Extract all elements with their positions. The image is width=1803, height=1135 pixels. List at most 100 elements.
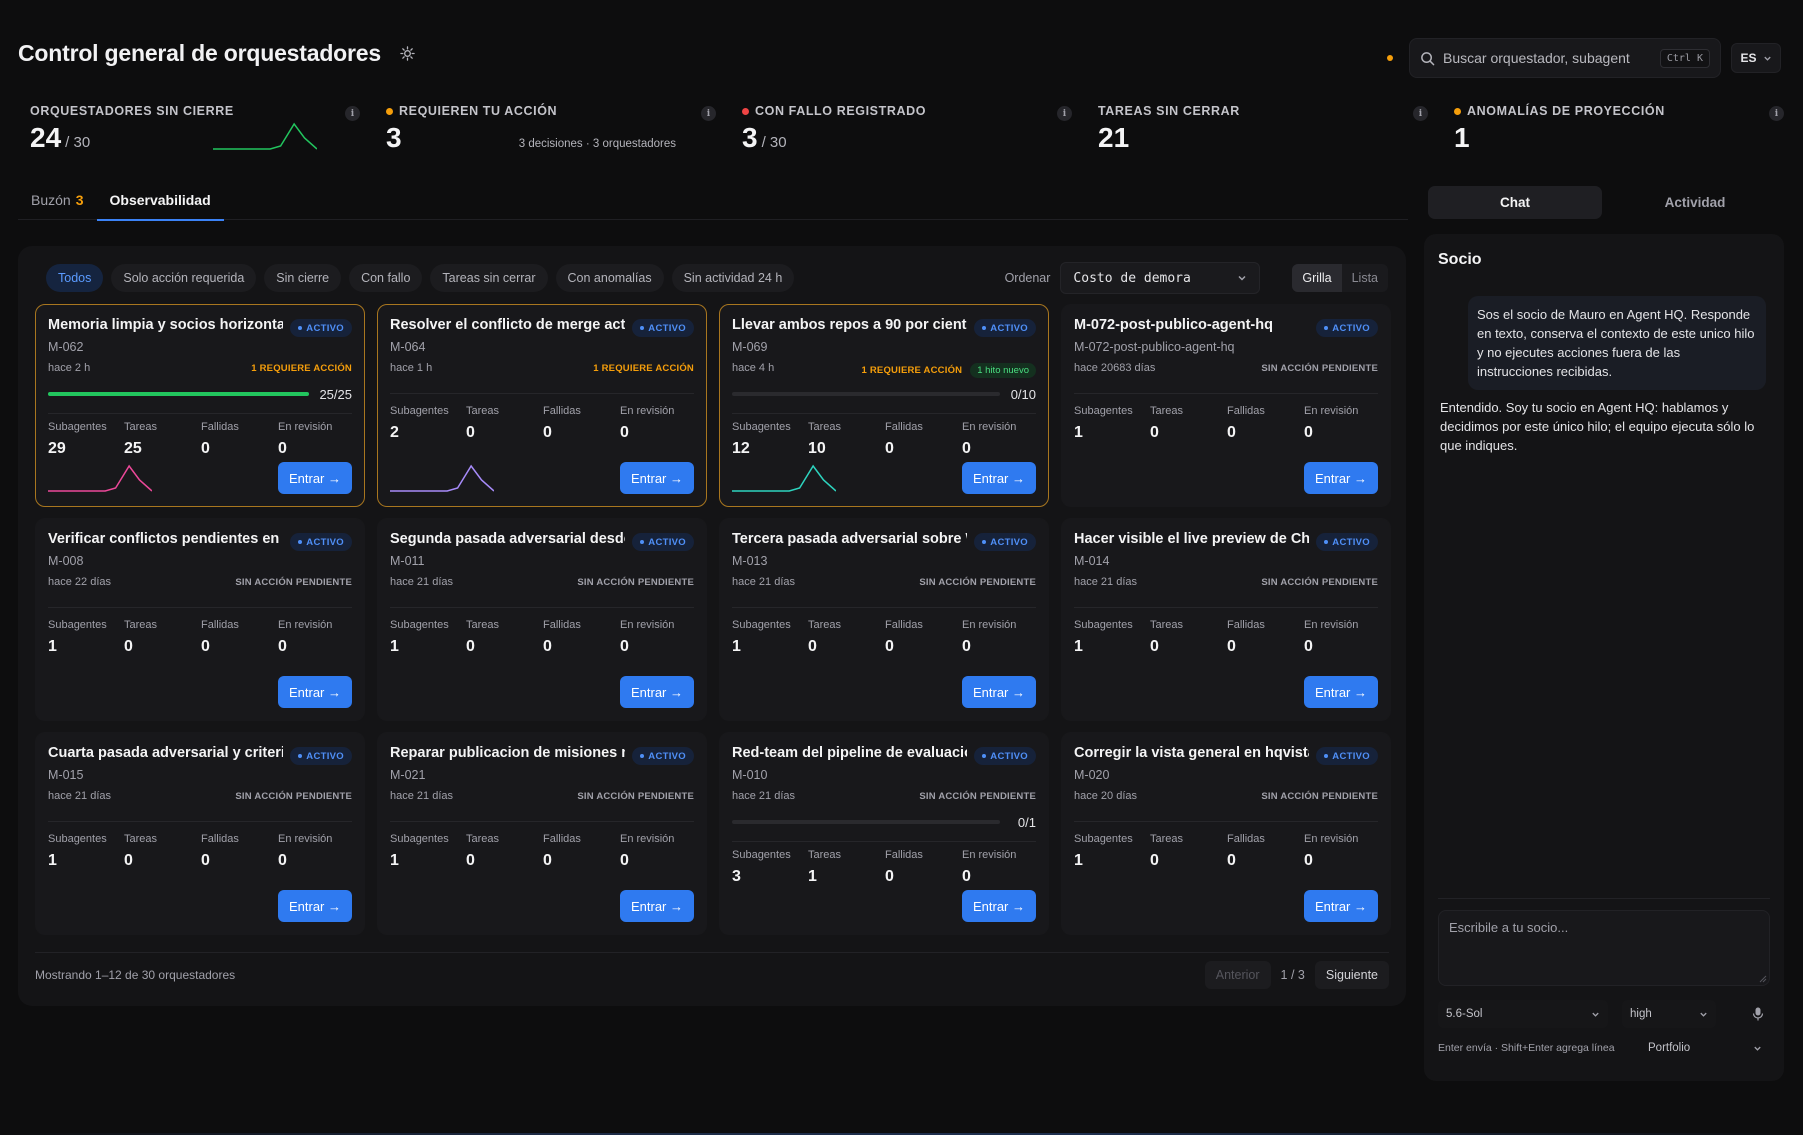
stat-failed: Fallidas 0 [885,849,962,886]
filter-chip[interactable]: Solo acción requerida [111,264,257,292]
stat-value: 0 [543,852,552,869]
card-status-row: SIN ACCIÓN PENDIENTE [1261,791,1378,802]
orchestrator-card[interactable]: Memoria limpia y socios horizontales ACTI… [35,304,365,507]
enter-button[interactable]: Entrar → [961,462,1036,494]
kpi-value: 1 [1454,124,1786,152]
info-icon[interactable]: i [345,106,360,121]
card-last-activity: hace 20683 días [1074,362,1156,374]
tab-observability[interactable]: Observabilidad [96,180,224,221]
card-last-activity: hace 20 días [1074,790,1137,802]
filter-chip[interactable]: Con fallo [349,264,423,292]
enter-button[interactable]: Entrar → [277,676,352,708]
search-input[interactable] [1443,50,1652,66]
orchestrator-card[interactable]: Cuarta pasada adversarial y criterio ACTI… [35,732,365,935]
orchestrator-card[interactable]: Llevar ambos repos a 90 por ciento de ACT… [719,304,1049,507]
card-title: Cuarta pasada adversarial y criterio [48,745,283,761]
stat-value: 0 [124,852,133,869]
enter-button[interactable]: Entrar → [961,890,1036,922]
stat-value: 0 [962,638,971,655]
filter-chip[interactable]: Con anomalías [555,264,664,292]
filter-chip[interactable]: Tareas sin cerrar [430,264,548,292]
enter-button[interactable]: Entrar → [1303,462,1378,494]
composer-options: 5.6-Sol high [1438,1000,1770,1028]
sparkline-path [48,464,152,492]
orchestrator-card[interactable]: Hacer visible el live preview de Chrome A… [1061,518,1391,721]
message-input[interactable] [1439,911,1769,985]
enter-button[interactable]: Entrar → [619,676,694,708]
view-list-button[interactable]: Lista [1342,264,1388,292]
orchestrator-card[interactable]: Resolver el conflicto de merge actual ACT… [377,304,707,507]
stat-label: Subagentes [1074,833,1133,845]
card-stats: Subagentes 1 Tareas 0 Fallidas 0 En revisión 0 [390,833,697,870]
orchestrator-card[interactable]: Segunda pasada adversarial desde el ACTIV… [377,518,707,721]
language-select[interactable]: ES [1731,43,1781,73]
kpi-card: Orquestadores sin cierre 24/ 30 i [18,98,374,170]
stat-value: 0 [466,638,475,655]
card-status: 1 REQUIERE ACCIÓN [861,365,963,376]
pagination: Anterior 1 / 3 Siguiente [1204,960,1389,989]
card-status-row: SIN ACCIÓN PENDIENTE [919,791,1036,802]
enter-button[interactable]: Entrar → [1303,676,1378,708]
filter-chip[interactable]: Sin actividad 24 h [671,264,795,292]
card-title: Llevar ambos repos a 90 por ciento de [732,317,967,333]
stat-value: 0 [1304,424,1313,441]
search-box[interactable]: Ctrl K [1409,38,1721,78]
tab-activity[interactable]: Actividad [1608,186,1782,219]
stat-value: 0 [620,424,629,441]
kpi-label: Anomalías de proyección [1467,104,1665,118]
stat-label: Subagentes [732,849,791,861]
info-icon[interactable]: i [1413,106,1428,121]
orchestrator-card[interactable]: Corregir la vista general en hqvistau ACT… [1061,732,1391,935]
card-id: M-021 [390,768,426,782]
stat-in-review: En revisión 0 [962,849,1039,886]
card-stats: Subagentes 1 Tareas 0 Fallidas 0 En revisión 0 [1074,619,1381,656]
info-icon[interactable]: i [1057,106,1072,121]
info-icon[interactable]: i [701,106,716,121]
orchestrator-card[interactable]: Red-team del pipeline de evaluacion ACTIV… [719,732,1049,935]
scope-select[interactable]: Portfolio [1640,1034,1770,1062]
enter-button[interactable]: Entrar → [619,890,694,922]
stat-subagents: Subagentes 12 [732,421,808,458]
orchestrator-card[interactable]: Reparar publicacion de misiones nuevas AC… [377,732,707,935]
filter-chip[interactable]: Todos [46,264,104,292]
effort-select[interactable]: high [1622,1000,1716,1028]
info-icon[interactable]: i [1769,106,1784,121]
card-status-row: 1 REQUIERE ACCIÓN [593,363,694,374]
tab-inbox[interactable]: Buzón 3 [18,180,97,220]
card-last-activity: hace 21 días [732,576,795,588]
stat-label: Fallidas [885,421,923,433]
card-status-row: 1 REQUIERE ACCIÓN 1 hito nuevo [862,363,1036,378]
stat-tasks: Tareas 0 [1150,833,1227,870]
stat-label: Tareas [1150,405,1184,417]
tab-chat[interactable]: Chat [1428,186,1602,219]
next-page-button[interactable]: Siguiente [1314,960,1389,989]
stat-failed: Fallidas 0 [1227,833,1304,870]
enter-button[interactable]: Entrar → [1303,890,1378,922]
stat-value: 0 [885,638,894,655]
enter-button[interactable]: Entrar → [277,890,352,922]
card-status: SIN ACCIÓN PENDIENTE [235,577,352,588]
orchestrator-card[interactable]: Verificar conflictos pendientes en Codex… [35,518,365,721]
sort-select[interactable]: Costo de demora [1060,262,1261,294]
status-badge: ACTIVO [974,533,1036,551]
stat-label: Tareas [1150,619,1184,631]
enter-button[interactable]: Entrar → [277,462,352,494]
stat-subagents: Subagentes 1 [48,619,124,656]
theme-toggle-button[interactable] [397,42,419,64]
card-id: M-014 [1074,554,1110,568]
microphone-button[interactable] [1746,1002,1770,1026]
enter-button[interactable]: Entrar → [961,676,1036,708]
status-badge: ACTIVO [1316,747,1378,765]
enter-button[interactable]: Entrar → [619,462,694,494]
model-select[interactable]: 5.6-Sol [1438,1000,1608,1028]
kpi-card: Tareas sin cerrar 21 i [1086,98,1442,170]
stat-value: 1 [390,638,399,655]
view-grid-button[interactable]: Grilla [1292,264,1342,292]
resize-handle-icon[interactable] [1759,975,1767,983]
orchestrator-card[interactable]: Tercera pasada adversarial sobre Windows… [719,518,1049,721]
card-last-activity: hace 21 días [390,790,453,802]
filter-chip[interactable]: Sin cierre [264,264,342,292]
tab-label: Buzón [31,192,71,208]
prev-page-button[interactable]: Anterior [1204,960,1271,989]
orchestrator-card[interactable]: M-072-post-publico-agent-hq ACTIVO M-072-p… [1061,304,1391,507]
